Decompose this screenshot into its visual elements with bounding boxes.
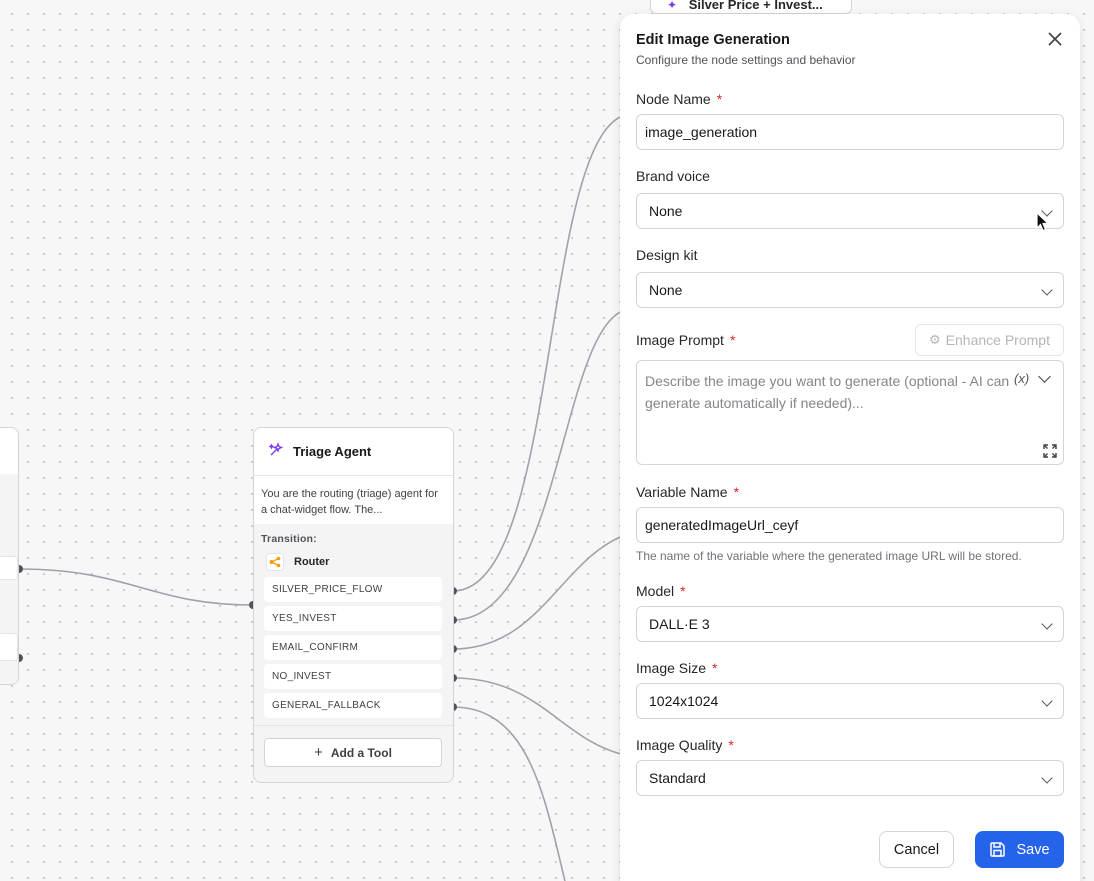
save-label: Save xyxy=(1016,841,1050,858)
select-value: Standard xyxy=(649,770,706,786)
plus-icon: + xyxy=(314,744,323,761)
sparkle-icon: ✦ xyxy=(667,0,678,12)
node-triage-agent[interactable]: Triage Agent You are the routing (triage… xyxy=(253,427,454,783)
required-mark: * xyxy=(716,91,723,107)
expand-icon[interactable] xyxy=(1043,444,1057,458)
design-kit-select[interactable]: None xyxy=(636,272,1064,308)
chevron-down-icon xyxy=(1041,618,1053,630)
select-value: DALL·E 3 xyxy=(649,616,710,632)
image-prompt-textarea[interactable]: Describe the image you want to generate … xyxy=(636,360,1064,465)
image-quality-label: Image Quality * xyxy=(636,737,734,753)
image-size-label: Image Size * xyxy=(636,660,718,676)
edge-no-invest xyxy=(452,677,626,756)
node-silver-price[interactable]: ✦ Silver Price + Invest... xyxy=(650,0,852,14)
gear-icon: ⚙ xyxy=(929,332,941,347)
node-route-chip xyxy=(0,556,18,580)
required-mark: * xyxy=(680,583,686,599)
edge-silver-price xyxy=(452,114,626,592)
design-kit-label: Design kit xyxy=(636,247,698,263)
node-name-input[interactable]: image_generation xyxy=(636,114,1064,150)
edit-node-panel: Edit Image Generation Configure the node… xyxy=(620,14,1080,881)
node-title: Silver Price + Invest... xyxy=(688,0,823,12)
required-mark: * xyxy=(712,660,718,676)
route-item[interactable]: GENERAL_FALLBACK xyxy=(264,693,442,718)
select-value: 1024x1024 xyxy=(649,693,719,709)
model-select[interactable]: DALL·E 3 xyxy=(636,606,1064,642)
model-label: Model * xyxy=(636,583,686,599)
edge-general-fallback xyxy=(452,706,566,881)
node-description: You are the routing (triage) agent for a… xyxy=(254,476,453,524)
label-text: Image Quality xyxy=(636,737,723,753)
required-mark: * xyxy=(733,484,740,500)
enhance-prompt-button[interactable]: ⚙ Enhance Prompt xyxy=(915,324,1064,356)
router-label: Router xyxy=(294,556,330,568)
save-button[interactable]: Save xyxy=(975,831,1064,868)
label-text: Image Prompt xyxy=(636,332,724,348)
select-value: None xyxy=(649,203,683,219)
route-item[interactable]: YES_INVEST xyxy=(264,606,442,631)
add-tool-label: Add a Tool xyxy=(330,745,392,760)
label-text: Image Size xyxy=(636,660,707,676)
image-quality-select[interactable]: Standard xyxy=(636,760,1064,796)
close-icon[interactable] xyxy=(1048,30,1062,50)
image-size-select[interactable]: 1024x1024 xyxy=(636,683,1064,719)
panel-title: Edit Image Generation xyxy=(636,32,790,48)
partial-left-node[interactable] xyxy=(0,427,19,685)
label-text: Variable Name xyxy=(636,484,728,500)
variable-name-label: Variable Name * xyxy=(636,484,739,500)
route-list: SILVER_PRICE_FLOW YES_INVEST EMAIL_CONFI… xyxy=(254,577,453,718)
textarea-placeholder: Describe the image you want to generate … xyxy=(645,373,1010,411)
panel-subtitle: Configure the node settings and behavior xyxy=(636,53,856,67)
brand-voice-label: Brand voice xyxy=(636,168,710,184)
transition-label: Transition: xyxy=(261,533,317,545)
label-text: Node Name xyxy=(636,91,711,107)
brand-voice-select[interactable]: None xyxy=(636,193,1064,229)
image-prompt-label: Image Prompt * xyxy=(636,332,735,348)
node-header[interactable]: Triage Agent xyxy=(254,428,453,476)
route-item[interactable]: EMAIL_CONFIRM xyxy=(264,635,442,660)
route-item[interactable]: NO_INVEST xyxy=(264,664,442,689)
sparkle-icon xyxy=(268,441,284,462)
node-name-label: Node Name * xyxy=(636,91,722,107)
divider xyxy=(254,725,453,726)
required-mark: * xyxy=(729,332,736,348)
label-text: Model xyxy=(636,583,675,599)
chevron-down-icon[interactable] xyxy=(1038,370,1051,383)
mouse-cursor-icon xyxy=(1036,212,1050,232)
enhance-label: Enhance Prompt xyxy=(945,332,1050,348)
edge-left-to-triage xyxy=(18,568,254,606)
router-row[interactable]: Router xyxy=(254,545,453,571)
variable-name-input[interactable]: generatedImageUrl_ceyf xyxy=(636,507,1064,543)
select-value: None xyxy=(649,282,683,298)
variable-insert-icon[interactable]: (x) xyxy=(1014,371,1029,386)
required-mark: * xyxy=(728,737,734,753)
node-title: Triage Agent xyxy=(293,444,372,459)
save-icon xyxy=(990,842,1006,857)
chevron-down-icon xyxy=(1041,284,1053,296)
add-tool-button[interactable]: + Add a Tool xyxy=(264,738,442,767)
chevron-down-icon xyxy=(1041,695,1053,707)
variable-name-helper: The name of the variable where the gener… xyxy=(636,549,1022,563)
edge-email-confirm xyxy=(452,534,626,650)
node-route-chip xyxy=(0,633,18,661)
router-icon xyxy=(266,553,284,571)
chevron-down-icon xyxy=(1041,772,1053,784)
edge-yes-invest xyxy=(452,309,626,621)
route-item[interactable]: SILVER_PRICE_FLOW xyxy=(264,577,442,602)
cancel-button[interactable]: Cancel xyxy=(879,831,954,868)
